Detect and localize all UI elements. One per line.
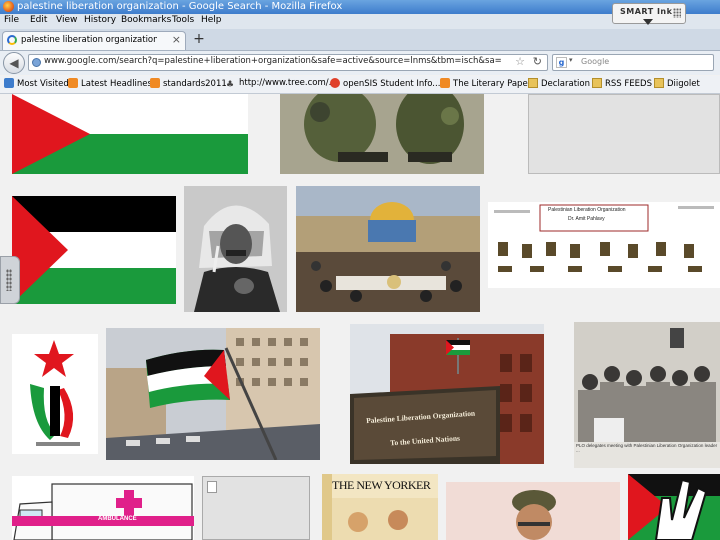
bookmark-star-icon[interactable]: ☆: [515, 55, 525, 68]
image-result-palestine-flag-2[interactable]: [12, 196, 176, 304]
window-title: palestine liberation organization - Goog…: [17, 1, 343, 12]
reload-icon[interactable]: ↻: [533, 55, 542, 68]
image-result-palestine-flag-1[interactable]: [12, 94, 248, 174]
rss-icon: [440, 78, 450, 88]
bookmark-diigolet[interactable]: Diigolet: [654, 78, 700, 89]
apple-icon: [330, 78, 340, 88]
bookmarks-toolbar: Most Visited Latest Headlines standards2…: [0, 76, 720, 94]
tab-label: palestine liberation organization - Goog…: [21, 35, 157, 45]
slide-subtitle: Dr. Amit Pahlavy: [568, 216, 605, 222]
image-result-presentation-slide[interactable]: Palestinian Liberation Organization Dr. …: [488, 202, 720, 288]
menu-edit[interactable]: Edit: [30, 15, 47, 25]
bookmark-declaration[interactable]: Declaration: [528, 78, 590, 89]
image-result-group-photo[interactable]: PLO delegates meeting with Palestinian L…: [574, 322, 720, 468]
menu-bookmarks[interactable]: Bookmarks: [121, 15, 171, 25]
image-result-arafat-portrait[interactable]: [184, 186, 287, 312]
menu-tools[interactable]: Tools: [172, 15, 194, 25]
navigation-bar: ◀ www.google.com/search?q=palestine+libe…: [0, 51, 720, 75]
smart-ink-label: SMART Ink: [620, 7, 673, 16]
grip-dots-icon: [6, 269, 12, 291]
bookmark-latest-headlines[interactable]: Latest Headlines: [68, 78, 152, 89]
address-bar[interactable]: www.google.com/search?q=palestine+libera…: [28, 54, 548, 71]
rss-icon: [150, 78, 160, 88]
close-tab-icon[interactable]: ×: [172, 33, 181, 46]
most-visited-icon: [4, 78, 14, 88]
image-result-plo-emblem[interactable]: [12, 334, 98, 454]
new-yorker-title: THE NEW YORKER: [332, 478, 431, 492]
new-tab-button[interactable]: +: [190, 31, 208, 48]
image-result-flag-street[interactable]: [106, 328, 320, 460]
menu-history[interactable]: History: [84, 15, 116, 25]
menu-help[interactable]: Help: [201, 15, 222, 25]
engine-dropdown-icon[interactable]: ▾: [569, 56, 573, 64]
google-engine-icon[interactable]: g: [556, 57, 567, 68]
side-panel-handle[interactable]: [0, 256, 20, 304]
image-result-ambulance[interactable]: AMBULANCE: [12, 476, 194, 540]
google-favicon-icon: [7, 35, 17, 45]
menu-file[interactable]: File: [4, 15, 19, 25]
back-button[interactable]: ◀: [3, 52, 25, 74]
image-result-soldiers[interactable]: [280, 94, 484, 174]
drag-grip-icon[interactable]: [673, 8, 681, 18]
ambulance-label: AMBULANCE: [98, 516, 137, 522]
folder-icon: [528, 78, 538, 88]
image-results-grid: Palestinian Liberation Organization Dr. …: [0, 94, 720, 540]
smart-ink-toolbar[interactable]: SMART Ink: [612, 3, 686, 25]
image-result-plo-mission-building[interactable]: Palestine Liberation Organization To the…: [350, 324, 544, 464]
image-result-victory-hand-flag[interactable]: [628, 474, 720, 540]
folder-icon: [654, 78, 664, 88]
bookmark-most-visited[interactable]: Most Visited: [4, 78, 69, 89]
bookmark-opensis[interactable]: openSIS Student Info...: [330, 78, 440, 89]
menu-view[interactable]: View: [56, 15, 77, 25]
dropdown-arrow-icon[interactable]: [643, 19, 653, 25]
bookmark-rss-feeds[interactable]: RSS FEEDS: [592, 78, 652, 89]
site-identity-icon[interactable]: [32, 58, 41, 67]
image-result-dome-meeting[interactable]: [296, 186, 480, 312]
image-result-new-yorker-cover[interactable]: THE NEW YORKER: [322, 474, 438, 540]
image-result-portrait[interactable]: [446, 482, 620, 540]
folder-icon: [592, 78, 602, 88]
tab-google-search[interactable]: palestine liberation organization - Goog…: [2, 31, 186, 50]
photo-caption: PLO delegates meeting with Palestinian L…: [576, 443, 718, 453]
search-box[interactable]: g ▾ Google: [552, 54, 714, 71]
bookmark-literary-papers[interactable]: The Literary Papers: [440, 78, 536, 89]
bookmark-tree[interactable]: ♣ http://www.tree.com/...: [226, 78, 337, 90]
image-result-placeholder-2[interactable]: [202, 476, 310, 540]
bookmark-standards2011[interactable]: standards2011: [150, 78, 227, 89]
image-result-placeholder-1[interactable]: [528, 94, 720, 174]
broken-image-icon: [207, 481, 217, 493]
search-placeholder: Google: [581, 57, 610, 66]
tab-strip: palestine liberation organization - Goog…: [0, 29, 720, 51]
url-text: www.google.com/search?q=palestine+libera…: [44, 56, 502, 66]
firefox-icon: [3, 1, 14, 12]
slide-title: Palestinian Liberation Organization: [548, 207, 626, 213]
rss-icon: [68, 78, 78, 88]
tree-icon: ♣: [226, 80, 235, 90]
